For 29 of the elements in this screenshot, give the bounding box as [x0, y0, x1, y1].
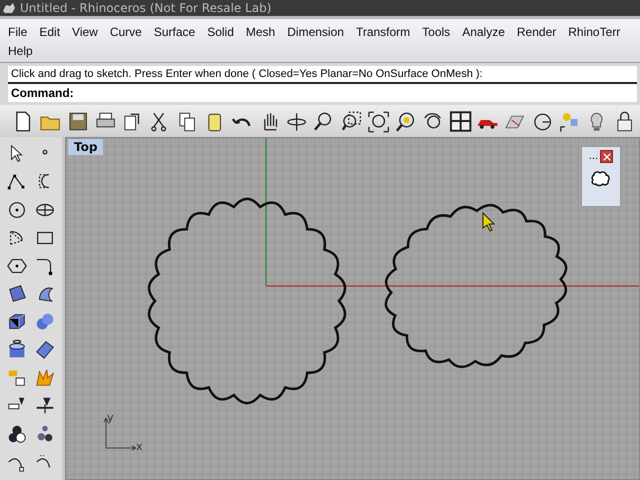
menu-item[interactable]: Dimension — [287, 24, 344, 38]
panel-title: ... — [588, 151, 598, 162]
cloud-icon[interactable] — [589, 169, 613, 189]
menu-item[interactable]: Analyze — [462, 24, 505, 38]
close-button[interactable] — [600, 150, 614, 163]
y-axis-label: y — [107, 411, 114, 424]
menu-item[interactable]: Edit — [39, 24, 60, 38]
app-icon — [2, 1, 16, 15]
menu-item[interactable]: View — [72, 24, 98, 38]
zoom-extents-icon[interactable] — [366, 110, 390, 134]
menu-item[interactable]: Tools — [422, 24, 450, 38]
menu-item[interactable]: Help — [8, 44, 33, 58]
menu-item[interactable]: File — [8, 24, 28, 38]
viewport-tab[interactable]: Top — [68, 139, 104, 155]
four-viewports-icon[interactable] — [448, 110, 472, 134]
menu-item[interactable]: Transform — [356, 24, 410, 38]
menu-item[interactable]: Surface — [154, 24, 196, 38]
circle-icon[interactable] — [6, 199, 28, 221]
menu-item[interactable]: RhinoTerr — [568, 24, 620, 38]
window-title: Untitled - Rhinoceros (Not For Resale Lab) — [20, 1, 272, 15]
surface-patch-icon[interactable] — [6, 283, 28, 305]
menu-item[interactable]: Solid — [207, 24, 234, 38]
command-history: Click and drag to sketch. Press Enter when done ( Closed=Yes Planar=No OnSurface OnMesh ): — [8, 66, 637, 84]
command-prompt: Command: — [10, 86, 75, 100]
cursor-arrow-icon — [482, 212, 496, 232]
menu-item[interactable]: Mesh — [246, 24, 276, 38]
menu-item[interactable]: Render — [516, 24, 556, 38]
menu-item[interactable]: Curve — [110, 24, 142, 38]
x-axis-label: x — [136, 440, 143, 453]
